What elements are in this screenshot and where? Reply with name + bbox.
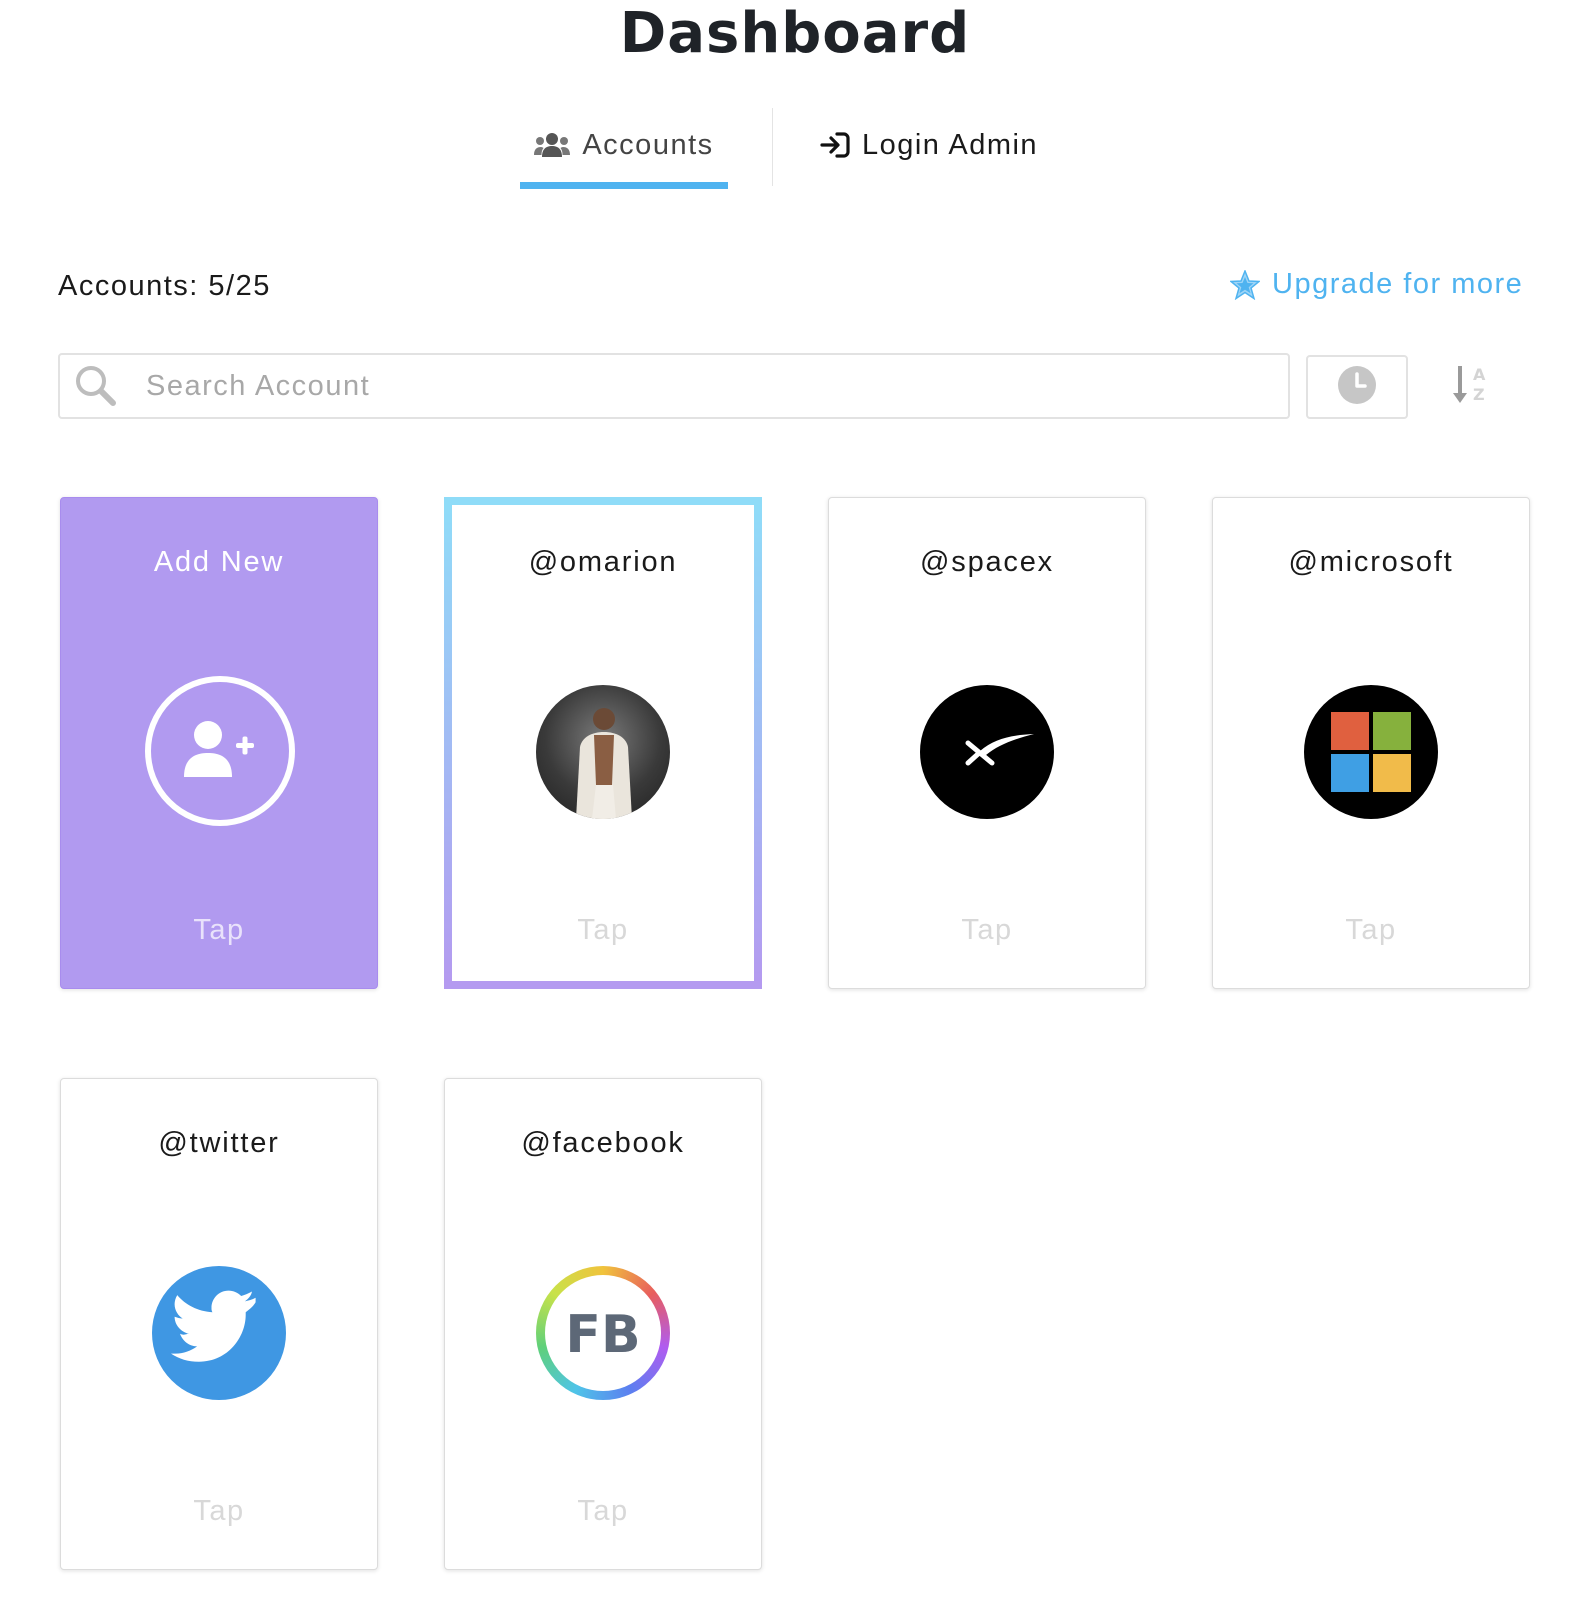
avatar [920,685,1054,819]
microsoft-logo-icon [1331,712,1411,792]
accounts-count: Accounts: 5/25 [58,270,271,302]
fb-logo-text: FB [565,1305,640,1365]
sort-alpha-down-icon: A Z [1450,362,1490,411]
avatar [1304,685,1438,819]
twitter-bird-icon [171,1290,256,1362]
search-icon [74,364,118,408]
account-handle: @omarion [528,546,678,578]
account-card-facebook[interactable]: @facebook FB Tap [444,1078,762,1570]
users-icon [534,131,571,159]
upgrade-link[interactable]: Upgrade for more [1230,268,1523,301]
avatar [152,1266,286,1400]
search-input[interactable] [144,368,1248,404]
svg-text:Z: Z [1473,385,1485,404]
avatar [536,685,670,819]
tap-hint: Tap [193,914,245,946]
fb-logo-icon: FB [545,1275,661,1391]
tab-accounts-label: Accounts [582,128,714,161]
svg-text:A: A [1473,365,1486,384]
tab-login-admin-label: Login Admin [861,128,1039,161]
page-title: Dashboard [619,1,971,66]
spacex-logo-icon [965,734,1034,766]
clock-icon [1337,365,1377,410]
add-new-label: Add New [153,546,285,578]
account-handle: @twitter [158,1127,280,1159]
search-box [58,353,1290,419]
tap-hint: Tap [1345,914,1397,946]
account-card-spacex[interactable]: @spacex Tap [828,497,1146,989]
tap-hint: Tap [577,1495,629,1527]
tab-login-admin[interactable]: Login Admin [808,108,1050,182]
tab-bar: Accounts Login Admin [0,108,1590,189]
tab-divider [772,108,773,186]
tap-hint: Tap [577,914,629,946]
account-card-microsoft[interactable]: @microsoft Tap [1212,497,1530,989]
avatar: FB [536,1266,670,1400]
add-account-circle [145,676,295,826]
alpha-sort-button[interactable]: A Z [1448,360,1492,412]
account-handle: @spacex [920,546,1054,578]
account-card-omarion[interactable]: @omarion Tap [444,497,762,989]
person-photo-icon [576,708,632,819]
tab-accounts[interactable]: Accounts [520,108,728,189]
upgrade-label: Upgrade for more [1272,268,1524,300]
account-handle: @microsoft [1288,546,1454,578]
user-plus-icon [180,717,260,786]
add-account-card[interactable]: Add New Tap [60,497,378,989]
sign-in-icon [820,132,850,158]
account-card-twitter[interactable]: @twitter Tap [60,1078,378,1570]
recent-sort-button[interactable] [1306,355,1408,419]
tap-hint: Tap [193,1495,245,1527]
tap-hint: Tap [961,914,1013,946]
account-handle: @facebook [521,1127,685,1159]
star-icon [1230,269,1260,300]
